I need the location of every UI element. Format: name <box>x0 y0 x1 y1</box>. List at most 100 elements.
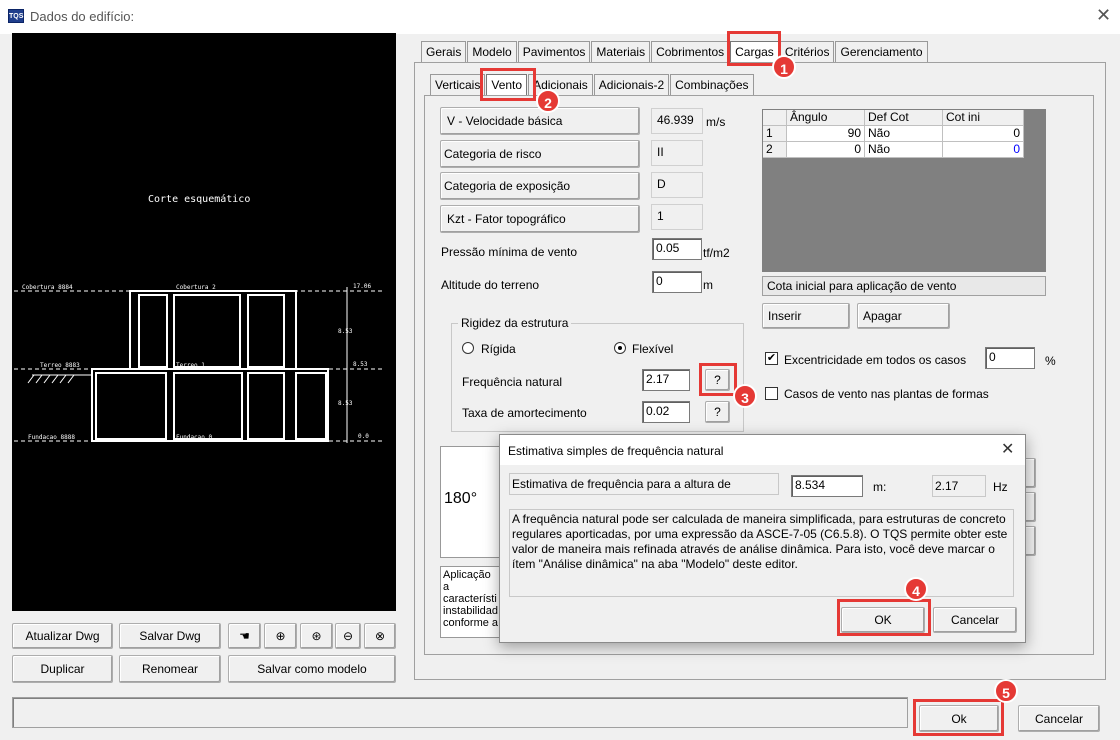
step-badge: 1 <box>772 55 796 79</box>
basic-velocity-button[interactable]: V - Velocidade básica <box>440 107 640 135</box>
highlight-vento-tab <box>480 68 536 101</box>
altitude-label: Altitude do terreno <box>441 278 540 292</box>
drawing-label: 17.06 <box>353 283 371 290</box>
zoom-all-icon[interactable]: ⊛ <box>300 623 333 649</box>
tab-gerais[interactable]: Gerais <box>421 41 467 63</box>
pressure-unit: tf/m2 <box>703 246 730 260</box>
damping-help-button[interactable]: ? <box>705 401 730 423</box>
drawing-label: Cobertura 8884 <box>22 284 73 291</box>
close-icon[interactable]: ✕ <box>1096 5 1111 25</box>
height-unit: m: <box>873 480 887 494</box>
frequency-unit: Hz <box>993 480 1008 494</box>
pan-icon[interactable]: ☚ <box>228 623 261 649</box>
flexible-label: Flexível <box>632 342 674 356</box>
step-badge: 3 <box>733 384 757 408</box>
exposure-category-button[interactable]: Categoria de exposição <box>440 172 640 200</box>
insert-button[interactable]: Inserir <box>762 303 850 329</box>
tab-combinacoes[interactable]: Combinações <box>670 74 754 96</box>
schematic-svg: Corte esquemático Cobertura 8884 Cobertu… <box>14 193 382 443</box>
highlight-footer-ok <box>913 699 1004 736</box>
grid-cell[interactable]: Não <box>865 126 943 142</box>
drawing-label: 8.53 <box>338 328 353 335</box>
exposure-category-value: D <box>651 172 703 198</box>
tab-pavimentos[interactable]: Pavimentos <box>517 41 591 63</box>
highlight-help-button <box>699 363 737 396</box>
frequency-estimate-dialog: Estimativa simples de frequência natural… <box>499 434 1026 643</box>
natural-frequency-label: Frequência natural <box>462 375 563 389</box>
min-pressure-label: Pressão mínima de vento <box>441 245 578 259</box>
drawing-label: 8.53 <box>353 361 368 368</box>
drawing-label: Fundacao 8888 <box>28 434 75 441</box>
dialog-explanation: A frequência natural pode ser calculada … <box>509 509 1014 597</box>
min-pressure-input[interactable]: 0.05 <box>652 238 702 260</box>
altitude-unit: m <box>703 278 713 292</box>
sub-tab-bar: Verticais Vento Adicionais Adicionais-2 … <box>430 74 755 96</box>
tab-materiais[interactable]: Materiais <box>591 41 651 63</box>
drawing-label: 0.0 <box>358 433 369 440</box>
grid-header <box>763 110 787 126</box>
schematic-drawing[interactable]: Corte esquemático Cobertura 8884 Cobertu… <box>12 33 396 611</box>
tqs-app-icon: TQS <box>8 9 24 23</box>
tab-gerenciamento[interactable]: Gerenciamento <box>835 41 928 63</box>
topographic-factor-button[interactable]: Kzt - Fator topográfico <box>440 205 640 233</box>
main-tab-bar: Gerais Modelo Pavimentos Materiais Cobri… <box>421 41 929 63</box>
velocity-unit: m/s <box>706 115 726 129</box>
eccentricity-unit: % <box>1045 354 1056 368</box>
step-badge: 5 <box>994 679 1018 703</box>
window-title: Dados do edifício: <box>30 9 135 24</box>
risk-category-button[interactable]: Categoria de risco <box>440 140 640 168</box>
dialog-row-label: Estimativa de frequência para a altura d… <box>509 473 779 495</box>
rigid-radio[interactable] <box>462 342 474 354</box>
natural-frequency-input[interactable]: 2.17 <box>642 369 690 391</box>
grid-cell[interactable]: Não <box>865 142 943 158</box>
rigidity-group-title: Rigidez da estrutura <box>458 316 572 330</box>
highlight-dialog-ok <box>837 599 931 636</box>
altitude-input[interactable]: 0 <box>652 271 702 293</box>
grid-cell[interactable]: 0 <box>943 142 1024 158</box>
height-input[interactable]: 8.534 <box>791 475 863 497</box>
forms-checkbox[interactable] <box>765 387 778 400</box>
grid-cell[interactable]: 0 <box>943 126 1024 142</box>
drawing-label: Terreo 1 <box>176 362 205 369</box>
damping-input[interactable]: 0.02 <box>642 401 690 423</box>
footer-cancel-button[interactable]: Cancelar <box>1018 705 1100 732</box>
rename-button[interactable]: Renomear <box>119 655 221 683</box>
dialog-cancel-button[interactable]: Cancelar <box>933 607 1017 633</box>
damping-label: Taxa de amortecimento <box>462 406 587 420</box>
tab-modelo[interactable]: Modelo <box>467 41 517 63</box>
eccentricity-input[interactable]: 0 <box>985 347 1035 369</box>
grid-header: Ângulo <box>787 110 865 126</box>
drawing-title: Corte esquemático <box>148 193 250 205</box>
grid-header: Cot ini <box>943 110 1024 126</box>
grid-cell: 2 <box>763 142 787 158</box>
duplicate-button[interactable]: Duplicar <box>12 655 113 683</box>
drawing-label: 8.53 <box>338 400 353 407</box>
save-as-model-button[interactable]: Salvar como modelo <box>228 655 396 683</box>
flexible-radio[interactable] <box>614 342 626 354</box>
dialog-title: Estimativa simples de frequência natural <box>508 444 724 458</box>
grid-cell: 1 <box>763 126 787 142</box>
step-badge: 2 <box>536 89 560 113</box>
delete-button[interactable]: Apagar <box>857 303 950 329</box>
save-dwg-button[interactable]: Salvar Dwg <box>119 623 221 649</box>
drawing-label: Fundacao 0 <box>176 434 213 441</box>
grid-cell[interactable]: 0 <box>787 142 865 158</box>
update-dwg-button[interactable]: Atualizar Dwg <box>12 623 113 649</box>
zoom-window-icon[interactable]: ⊕ <box>264 623 297 649</box>
zoom-out-icon[interactable]: ⊖ <box>335 623 361 649</box>
grid-cell[interactable]: 90 <box>787 126 865 142</box>
tab-adicionais-2[interactable]: Adicionais-2 <box>593 74 670 96</box>
risk-category-value: II <box>651 140 703 166</box>
eccentricity-checkbox[interactable]: ✔ <box>765 352 778 365</box>
tab-cobrimentos[interactable]: Cobrimentos <box>651 41 730 63</box>
grid-header: Def Cot <box>865 110 943 126</box>
status-bar <box>12 697 908 728</box>
eccentricity-label: Excentricidade em todos os casos <box>784 353 967 367</box>
drawing-label: Cobertura 2 <box>176 284 216 291</box>
wind-angle-glyph: 180° <box>444 490 478 507</box>
zoom-extents-icon[interactable]: ⊗ <box>364 623 396 649</box>
tab-verticais[interactable]: Verticais <box>430 74 486 96</box>
dialog-close-icon[interactable]: ✕ <box>1001 439 1014 459</box>
frequency-result: 2.17 <box>932 475 986 497</box>
forms-label: Casos de vento nas plantas de formas <box>784 387 989 401</box>
